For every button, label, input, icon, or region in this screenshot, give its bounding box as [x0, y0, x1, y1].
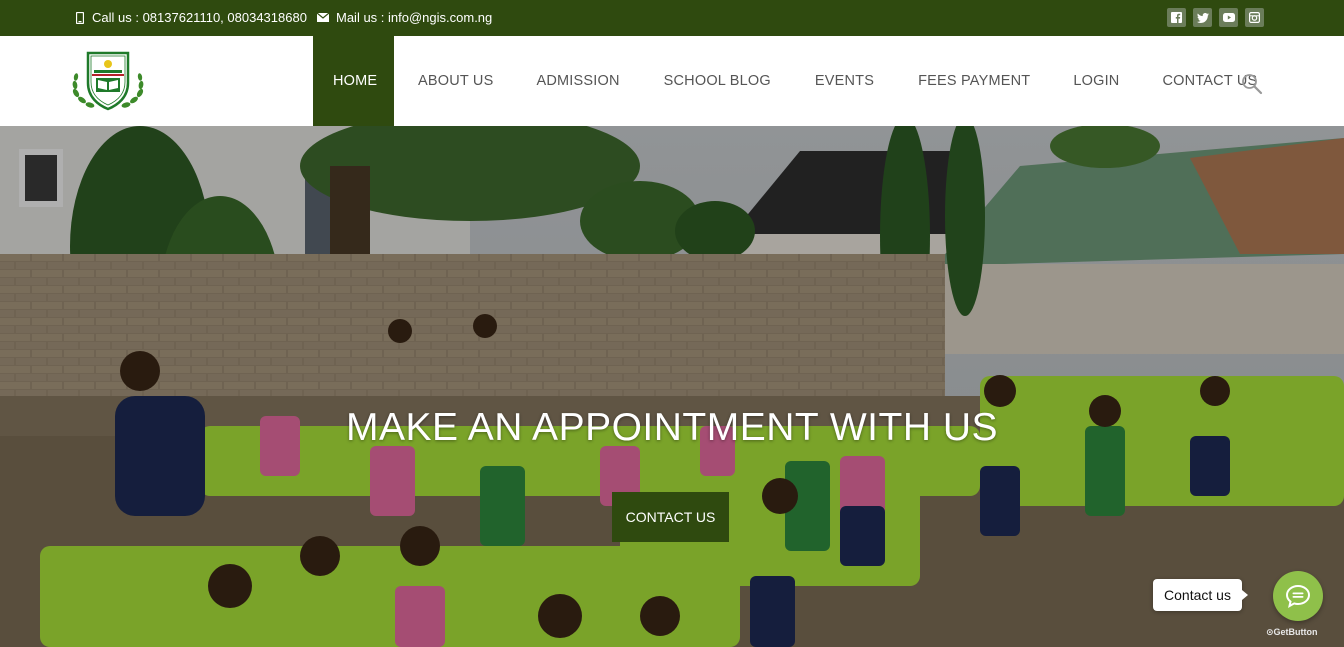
instagram-icon[interactable]: [1245, 8, 1264, 27]
nav-item-events[interactable]: EVENTS: [795, 36, 894, 126]
chat-icon: [1285, 584, 1311, 608]
nav-item-label: ABOUT US: [418, 73, 494, 89]
hero-contact-button[interactable]: CONTACT US: [612, 492, 729, 542]
top-bar: Call us : 08137621110, 08034318680 Mail …: [0, 0, 1344, 36]
search-icon[interactable]: [1241, 73, 1263, 95]
site-header: HOME ABOUT US ADMISSION SCHOOL BLOG EVEN…: [0, 36, 1344, 126]
contact-us-bubble[interactable]: Contact us: [1153, 579, 1248, 611]
getbutton-label: GetButton: [1273, 627, 1318, 637]
nav-item-home[interactable]: HOME: [313, 36, 394, 126]
nav-item-label: ADMISSION: [536, 73, 620, 89]
mail-info: Mail us : info@ngis.com.ng: [317, 10, 492, 25]
school-logo[interactable]: [70, 49, 146, 113]
nav-item-label: HOME: [333, 73, 378, 89]
hero-overlay: [0, 126, 1344, 647]
hero-title: MAKE AN APPOINTMENT WITH US: [345, 406, 999, 449]
nav-item-login[interactable]: LOGIN: [1053, 36, 1139, 126]
phone-icon: [76, 11, 84, 24]
call-info: Call us : 08137621110, 08034318680: [76, 10, 307, 25]
hero-section: MAKE AN APPOINTMENT WITH US CONTACT US: [0, 126, 1344, 647]
youtube-icon[interactable]: [1219, 8, 1238, 27]
facebook-icon[interactable]: [1167, 8, 1186, 27]
getbutton-icon: ⊙: [1266, 627, 1274, 637]
nav-item-school-blog[interactable]: SCHOOL BLOG: [644, 36, 791, 126]
nav-item-fees-payment[interactable]: FEES PAYMENT: [898, 36, 1050, 126]
nav-item-label: SCHOOL BLOG: [663, 73, 771, 89]
mail-text: Mail us : info@ngis.com.ng: [336, 10, 493, 25]
nav-item-label: FEES PAYMENT: [918, 73, 1031, 89]
chat-widget-button[interactable]: [1273, 571, 1323, 621]
call-text: Call us : 08137621110, 08034318680: [92, 10, 307, 25]
nav-item-label: LOGIN: [1073, 73, 1120, 89]
twitter-icon[interactable]: [1193, 8, 1212, 27]
mail-icon: [317, 13, 329, 22]
getbutton-brand[interactable]: ⊙GetButton: [1266, 627, 1318, 638]
nav-item-admission[interactable]: ADMISSION: [516, 36, 639, 126]
nav-item-label: EVENTS: [814, 73, 875, 89]
main-nav: HOME ABOUT US ADMISSION SCHOOL BLOG EVEN…: [313, 36, 1277, 126]
nav-item-about-us[interactable]: ABOUT US: [398, 36, 513, 126]
